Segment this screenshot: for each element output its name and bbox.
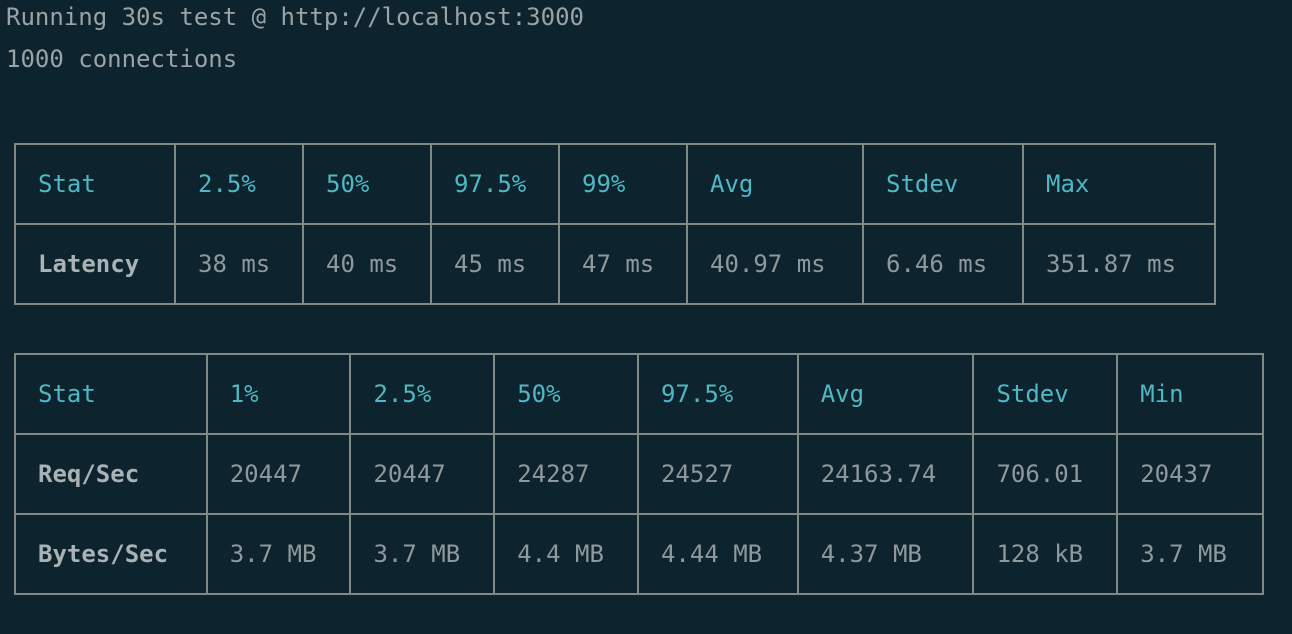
value-cell: 4.44 MB bbox=[636, 513, 799, 595]
value-cell: 40.97 ms bbox=[686, 223, 864, 305]
header-cell: 99% bbox=[558, 143, 688, 225]
value-cell: 45 ms bbox=[430, 223, 560, 305]
connections-line: 1000 connections bbox=[6, 45, 238, 73]
header-cell: 2.5% bbox=[174, 143, 304, 225]
value-cell: 706.01 bbox=[972, 433, 1119, 515]
header-cell: Avg bbox=[686, 143, 864, 225]
header-cell: Avg bbox=[796, 353, 975, 435]
value-cell: 20447 bbox=[205, 433, 352, 515]
header-cell: 2.5% bbox=[349, 353, 496, 435]
value-cell: 20447 bbox=[349, 433, 496, 515]
value-cell: 4.37 MB bbox=[796, 513, 975, 595]
value-cell: 24287 bbox=[493, 433, 639, 515]
header-cell: 97.5% bbox=[430, 143, 560, 225]
value-cell: 3.7 MB bbox=[1116, 513, 1264, 595]
row-label: Bytes/Sec bbox=[14, 513, 208, 595]
value-cell: 3.7 MB bbox=[349, 513, 496, 595]
bytes-sec-row: Bytes/Sec 3.7 MB 3.7 MB 4.4 MB 4.44 MB 4… bbox=[14, 513, 1264, 595]
value-cell: 4.4 MB bbox=[493, 513, 639, 595]
header-cell: Stat bbox=[14, 143, 176, 225]
test-info-line: Running 30s test @ http://localhost:3000 bbox=[6, 3, 584, 31]
header-cell: 1% bbox=[205, 353, 352, 435]
header-cell: Max bbox=[1022, 143, 1216, 225]
header-cell: Stat bbox=[14, 353, 208, 435]
header-cell: Min bbox=[1116, 353, 1264, 435]
row-label: Latency bbox=[14, 223, 176, 305]
header-cell: Stdev bbox=[862, 143, 1024, 225]
latency-header-row: Stat 2.5% 50% 97.5% 99% Avg Stdev Max bbox=[14, 143, 1216, 225]
value-cell: 351.87 ms bbox=[1022, 223, 1216, 305]
value-cell: 24163.74 bbox=[796, 433, 975, 515]
value-cell: 40 ms bbox=[302, 223, 432, 305]
latency-table: Stat 2.5% 50% 97.5% 99% Avg Stdev Max La… bbox=[14, 143, 1216, 305]
throughput-table: Stat 1% 2.5% 50% 97.5% Avg Stdev Min Req… bbox=[14, 353, 1264, 595]
header-cell: 50% bbox=[302, 143, 432, 225]
value-cell: 38 ms bbox=[174, 223, 304, 305]
throughput-header-row: Stat 1% 2.5% 50% 97.5% Avg Stdev Min bbox=[14, 353, 1264, 435]
row-label: Req/Sec bbox=[14, 433, 208, 515]
latency-row: Latency 38 ms 40 ms 45 ms 47 ms 40.97 ms… bbox=[14, 223, 1216, 305]
header-cell: Stdev bbox=[972, 353, 1119, 435]
req-sec-row: Req/Sec 20447 20447 24287 24527 24163.74… bbox=[14, 433, 1264, 515]
value-cell: 24527 bbox=[636, 433, 799, 515]
value-cell: 47 ms bbox=[558, 223, 688, 305]
header-cell: 50% bbox=[493, 353, 639, 435]
value-cell: 3.7 MB bbox=[205, 513, 352, 595]
value-cell: 20437 bbox=[1116, 433, 1264, 515]
header-cell: 97.5% bbox=[636, 353, 799, 435]
value-cell: 128 kB bbox=[972, 513, 1119, 595]
value-cell: 6.46 ms bbox=[862, 223, 1024, 305]
